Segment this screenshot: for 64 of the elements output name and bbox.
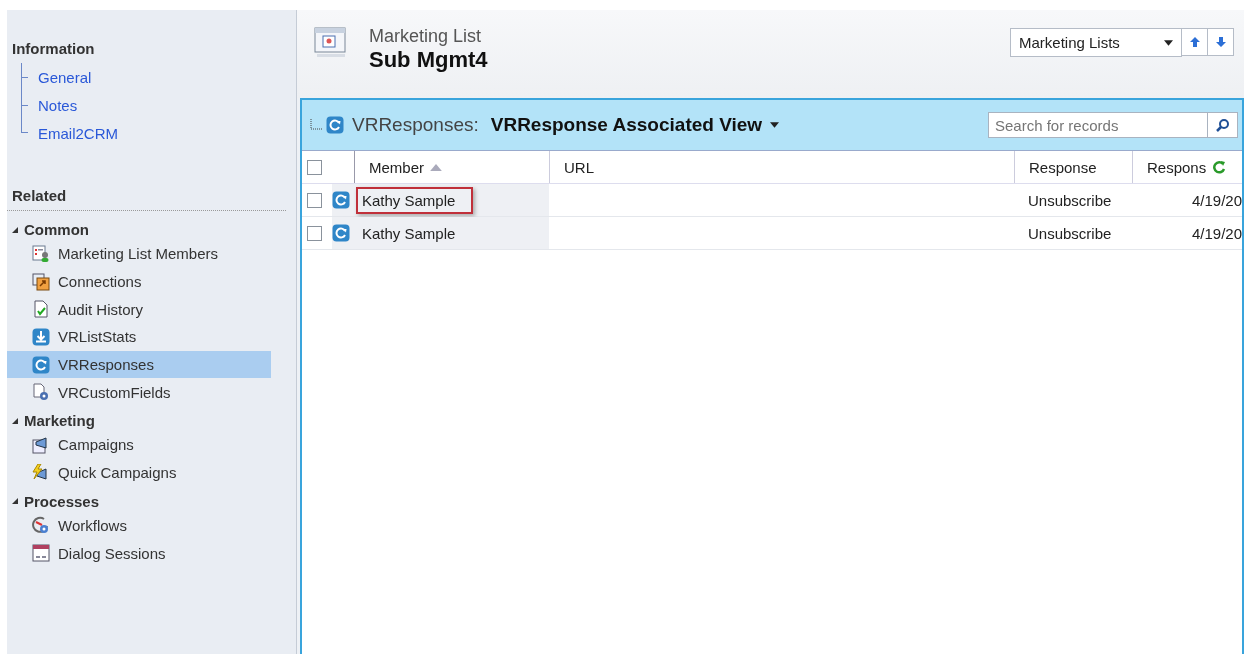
table-cell: 4/19/20 <box>1191 224 1242 242</box>
refresh-icon <box>326 116 344 134</box>
next-record-button[interactable] <box>1208 28 1234 56</box>
collapse-icon[interactable] <box>11 497 19 505</box>
search-field[interactable]: Search for records <box>988 112 1208 138</box>
nav-item[interactable]: VRCustomFields <box>7 378 271 407</box>
download-icon <box>32 327 50 346</box>
group-title: Processes <box>24 492 100 510</box>
nav-link[interactable]: Email2CRM <box>38 124 118 142</box>
document-gear-icon <box>32 383 50 402</box>
workflow-gear-icon <box>32 516 50 535</box>
nav-item[interactable]: Quick Campaigns <box>7 458 271 487</box>
collapse-icon[interactable] <box>11 416 19 425</box>
member-list-icon <box>32 244 50 263</box>
up-arrow-icon <box>1188 36 1201 48</box>
list-window-icon <box>313 26 349 60</box>
column-header[interactable]: Respons <box>1132 151 1242 183</box>
caret-icon <box>1164 39 1173 46</box>
collapse-icon[interactable] <box>11 225 19 234</box>
nav-link[interactable]: Notes <box>38 96 78 114</box>
nav-item[interactable]: VRListStats <box>7 323 271 351</box>
row-checkbox[interactable] <box>307 225 322 241</box>
column-header[interactable]: Response <box>1014 151 1132 183</box>
grid-entity-label: VRResponses: <box>352 114 479 136</box>
table-cell: Unsubscribe <box>1028 224 1112 242</box>
tree-connector-icon <box>310 119 322 131</box>
record-title: Sub Mgmt4 <box>369 47 489 73</box>
nav-item[interactable]: Connections <box>7 267 271 296</box>
refresh-icon <box>32 355 50 374</box>
record-type-dropdown[interactable]: Marketing Lists <box>1010 28 1182 57</box>
document-check-icon <box>32 300 50 319</box>
lightning-megaphone-icon <box>32 463 50 482</box>
view-selector[interactable]: VRResponse Associated View <box>490 114 780 136</box>
group-title: Common <box>24 221 89 238</box>
refresh-icon <box>332 191 350 209</box>
refresh-icon <box>332 224 350 242</box>
connections-icon <box>32 272 50 291</box>
column-header[interactable]: Member <box>354 151 549 183</box>
row-checkbox[interactable] <box>307 192 322 208</box>
sort-ascending-icon <box>430 163 442 171</box>
search-icon <box>1215 118 1230 132</box>
search-button[interactable] <box>1208 112 1238 138</box>
nav-item[interactable]: Workflows <box>7 511 271 540</box>
member-link[interactable]: Kathy Sample <box>356 186 474 214</box>
caret-icon <box>770 122 780 128</box>
table-cell: 4/19/20 <box>1191 191 1242 209</box>
previous-record-button[interactable] <box>1182 28 1208 56</box>
nav-link[interactable]: General <box>38 68 92 86</box>
section-title: Information <box>12 40 96 57</box>
refresh-icon[interactable] <box>1212 160 1227 174</box>
dialog-window-icon <box>32 544 50 563</box>
megaphone-icon <box>32 435 50 454</box>
nav-item[interactable]: Campaigns <box>7 431 271 459</box>
nav-item[interactable]: VRResponses <box>7 350 271 379</box>
nav-item[interactable]: Dialog Sessions <box>7 539 271 567</box>
table-cell: Unsubscribe <box>1028 191 1112 209</box>
nav-item[interactable]: Marketing List Members <box>7 240 271 268</box>
entity-type-label: Marketing List <box>369 26 483 47</box>
section-title: Related <box>12 187 68 204</box>
down-arrow-icon <box>1214 36 1227 48</box>
nav-item[interactable]: Audit History <box>7 295 271 324</box>
column-header[interactable]: URL <box>549 151 1014 183</box>
select-all-checkbox[interactable] <box>307 159 322 175</box>
group-title: Marketing <box>24 412 95 430</box>
